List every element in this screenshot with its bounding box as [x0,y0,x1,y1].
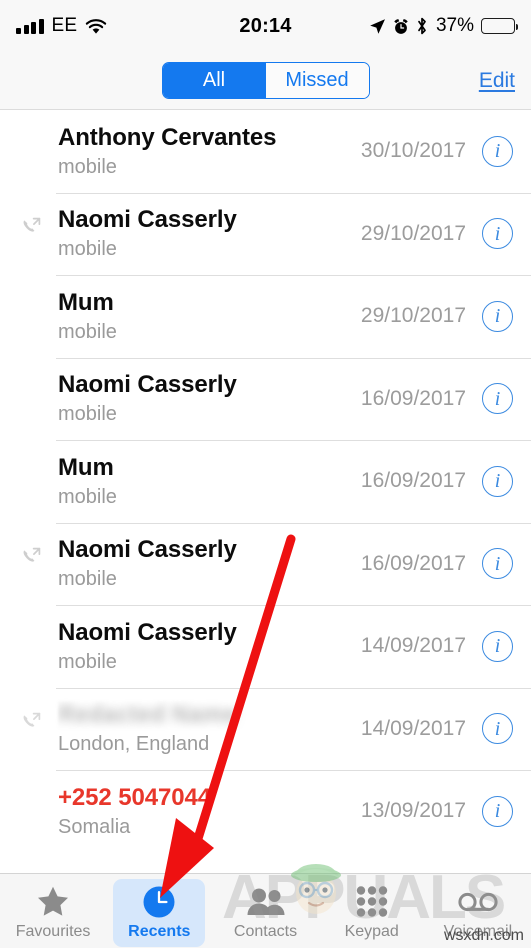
contact-name: Mum [58,288,114,316]
table-row[interactable]: +252 5047044 Somalia 13/09/2017 i [0,770,531,853]
contact-name: Anthony Cervantes [58,123,277,151]
info-button[interactable]: i [482,300,513,332]
tab-contacts[interactable]: Contacts [212,874,318,948]
call-date: 13/09/2017 [360,799,466,823]
wifi-icon [85,18,107,35]
voicemail-icon [458,885,498,919]
info-button[interactable]: i [482,383,513,415]
battery-icon [481,18,518,34]
call-row-text: Naomi Casserly mobile [56,206,361,261]
clock-icon [142,885,176,919]
call-row-text: Mum mobile [56,289,361,344]
contact-label: mobile [58,238,117,261]
navigation-bar: All Missed Edit [0,52,531,110]
contact-label: mobile [58,568,117,591]
call-type-slot [16,215,56,237]
call-date: 29/10/2017 [360,304,466,328]
call-row-text: Redacted Name London, England [56,701,361,756]
bluetooth-icon [416,17,428,35]
table-row[interactable]: Naomi Casserly mobile 16/09/2017 i [0,522,531,605]
call-type-slot [16,545,56,567]
call-filter-segmented-control[interactable]: All Missed [161,62,370,99]
tab-label: Recents [128,922,191,940]
call-date: 14/09/2017 [360,634,466,658]
table-row[interactable]: Anthony Cervantes mobile 30/10/2017 i [0,110,531,193]
table-row[interactable]: Naomi Casserly mobile 29/10/2017 i [0,192,531,275]
table-row[interactable]: Mum mobile 29/10/2017 i [0,275,531,358]
location-arrow-icon [369,18,386,35]
iphone-phone-app-screen: EE 20:14 37% All Missed Edit Anthony Cer… [0,0,531,948]
tab-label: Favourites [15,922,91,940]
contact-name: Naomi Casserly [58,206,237,234]
tab-voicemail[interactable]: Voicemail [425,874,531,948]
outgoing-call-icon [20,215,42,237]
table-row[interactable]: Redacted Name London, England 14/09/2017… [0,687,531,770]
keypad-icon [355,885,389,919]
info-button[interactable]: i [482,548,513,580]
info-button[interactable]: i [482,135,513,167]
carrier-label: EE [51,15,78,36]
call-date: 14/09/2017 [360,716,466,740]
contact-label: mobile [58,650,117,673]
tab-label: Contacts [233,922,298,940]
star-icon [36,885,70,919]
call-row-text: Naomi Casserly mobile [56,536,361,591]
contact-label: London, England [58,733,210,756]
outgoing-call-icon [20,710,42,732]
info-button[interactable]: i [482,218,513,250]
table-row[interactable]: Naomi Casserly mobile 14/09/2017 i [0,605,531,688]
call-row-text: Anthony Cervantes mobile [56,124,361,179]
call-row-text: Naomi Casserly mobile [56,619,361,674]
status-bar: EE 20:14 37% [0,0,531,52]
people-icon [246,885,286,919]
tab-recents[interactable]: Recents [106,874,212,948]
contact-label: mobile [58,485,117,508]
call-date: 16/09/2017 [360,469,466,493]
recents-call-list[interactable]: Anthony Cervantes mobile 30/10/2017 i Na… [0,110,531,873]
call-row-text: Naomi Casserly mobile [56,371,361,426]
call-date: 16/09/2017 [360,551,466,575]
contact-label: mobile [58,320,117,343]
info-button[interactable]: i [482,465,513,497]
status-bar-left: EE [16,15,107,37]
contact-label: mobile [58,403,117,426]
table-row[interactable]: Naomi Casserly mobile 16/09/2017 i [0,357,531,440]
tab-label: Voicemail [443,922,513,940]
table-row[interactable]: Mum mobile 16/09/2017 i [0,440,531,523]
call-date: 30/10/2017 [360,139,466,163]
segment-all[interactable]: All [162,63,266,98]
battery-percent-label: 37% [435,15,474,36]
contact-name: Naomi Casserly [58,536,237,564]
call-row-text: Mum mobile [56,454,361,509]
info-button[interactable]: i [482,713,513,745]
tab-bar: Favourites Recents Contacts Keypad Voice… [0,873,531,948]
edit-button[interactable]: Edit [479,69,515,93]
call-type-slot [16,710,56,732]
status-bar-right: 37% [369,15,518,37]
outgoing-call-icon [20,545,42,567]
contact-name: Naomi Casserly [58,371,237,399]
info-button[interactable]: i [482,795,513,827]
contact-label: Somalia [58,815,131,838]
contact-name: +252 5047044 [58,783,211,811]
call-date: 29/10/2017 [360,221,466,245]
tab-favourites[interactable]: Favourites [0,874,106,948]
info-button[interactable]: i [482,630,513,662]
contact-label: mobile [58,155,117,178]
call-date: 16/09/2017 [360,386,466,410]
tab-label: Keypad [344,922,399,940]
call-row-text: +252 5047044 Somalia [56,784,361,839]
contact-name: Redacted Name [58,701,237,729]
contact-name: Naomi Casserly [58,618,237,646]
contact-name: Mum [58,453,114,481]
segment-missed[interactable]: Missed [265,63,369,98]
signal-bars-icon [16,18,44,34]
alarm-clock-icon [393,18,409,35]
tab-keypad[interactable]: Keypad [319,874,425,948]
